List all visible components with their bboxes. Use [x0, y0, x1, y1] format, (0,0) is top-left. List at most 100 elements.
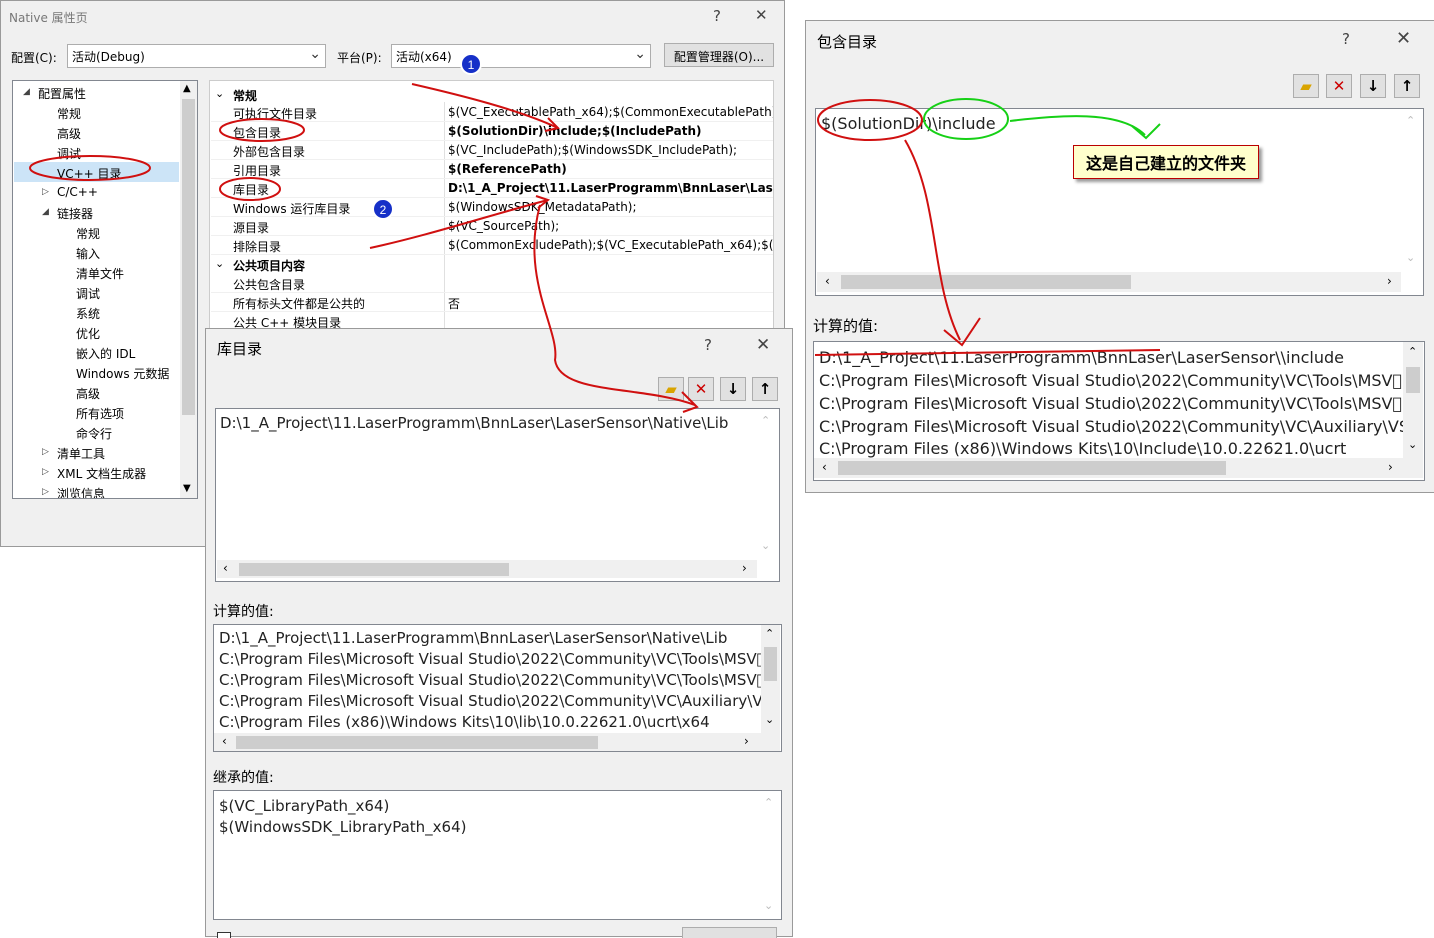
prop-value[interactable]: $(VC_SourcePath);: [448, 219, 773, 233]
tree-root[interactable]: 配置属性: [38, 85, 86, 102]
prop-value[interactable]: $(VC_ExecutablePath_x64);$(CommonExecuta…: [448, 105, 773, 119]
tree-item[interactable]: 优化: [76, 325, 100, 342]
entry-line[interactable]: $(SolutionDir)\include: [821, 114, 996, 133]
tree-item[interactable]: 输入: [76, 245, 100, 262]
help-button[interactable]: ?: [704, 338, 712, 353]
new-line-button[interactable]: ▰: [658, 377, 684, 401]
scroll-down-icon[interactable]: ▼: [183, 483, 191, 494]
tree-item[interactable]: 调试: [57, 145, 81, 162]
prop-value[interactable]: $(WindowsSDK_MetadataPath);: [448, 200, 773, 214]
tree-item[interactable]: XML 文档生成器: [57, 465, 146, 482]
lib-entry-list[interactable]: D:\1_A_Project\11.LaserProgramm\BnnLaser…: [215, 408, 780, 582]
tree-item[interactable]: Windows 元数据: [76, 365, 169, 382]
scroll-down-icon[interactable]: ⌄: [765, 713, 774, 726]
scroll-down-icon[interactable]: ⌄: [1406, 251, 1415, 264]
prop-row[interactable]: 可执行文件目录 $(VC_ExecutablePath_x64);$(Common…: [211, 103, 773, 122]
help-button[interactable]: ?: [1342, 32, 1350, 47]
section-general[interactable]: 常规: [233, 87, 257, 104]
tree-item[interactable]: 链接器: [57, 205, 93, 222]
scroll-thumb[interactable]: [764, 647, 777, 681]
prop-row[interactable]: 公共包含目录: [211, 274, 773, 293]
config-combo[interactable]: 活动(Debug) ⌄: [67, 44, 326, 68]
tree-item[interactable]: 嵌入的 IDL: [76, 345, 135, 362]
h-scrollbar[interactable]: ‹ ›: [214, 733, 780, 751]
scroll-right-icon[interactable]: ›: [744, 734, 749, 748]
tree-item[interactable]: 命令行: [76, 425, 112, 442]
prop-row[interactable]: 源目录 $(VC_SourcePath);: [211, 217, 773, 236]
tree-item[interactable]: 清单工具: [57, 445, 105, 462]
tree-item[interactable]: 系统: [76, 305, 100, 322]
prop-value[interactable]: 否: [448, 295, 773, 312]
tree-item[interactable]: 常规: [76, 225, 100, 242]
config-manager-button[interactable]: 配置管理器(O)...: [664, 43, 774, 67]
tree-item[interactable]: 高级: [76, 385, 100, 402]
prop-row[interactable]: 所有标头文件都是公共的 否: [211, 293, 773, 312]
scroll-left-icon[interactable]: ‹: [222, 734, 227, 748]
tree-item[interactable]: 所有选项: [76, 405, 124, 422]
section-expand-icon[interactable]: ⌄: [215, 87, 224, 100]
expand-icon[interactable]: ◢: [23, 87, 30, 97]
collapse-icon[interactable]: ▷: [42, 487, 49, 497]
scroll-left-icon[interactable]: ‹: [223, 561, 228, 575]
prop-value[interactable]: $(VC_IncludePath);$(WindowsSDK_IncludePa…: [448, 143, 773, 157]
scroll-up-icon[interactable]: ⌃: [1408, 345, 1417, 358]
expand-icon[interactable]: ◢: [42, 207, 49, 217]
inherit-checkbox[interactable]: [217, 932, 231, 938]
scroll-thumb[interactable]: [841, 275, 1131, 289]
close-button[interactable]: ✕: [1396, 30, 1411, 48]
tree-item[interactable]: 浏览信息: [57, 485, 105, 498]
move-up-button[interactable]: ↑: [752, 377, 778, 401]
prop-row[interactable]: 外部包含目录 $(VC_IncludePath);$(WindowsSDK_Inc…: [211, 141, 773, 160]
include-entry-list[interactable]: $(SolutionDir)\include ⌃ ⌄ ‹ ›: [815, 108, 1424, 296]
tree-scrollbar[interactable]: ▲ ▼: [180, 81, 197, 498]
scroll-up-icon[interactable]: ▲: [183, 83, 191, 94]
scroll-right-icon[interactable]: ›: [742, 561, 747, 575]
scroll-down-icon[interactable]: ⌄: [761, 539, 770, 552]
scroll-thumb[interactable]: [239, 563, 509, 576]
tree-item[interactable]: 调试: [76, 285, 100, 302]
scroll-left-icon[interactable]: ‹: [825, 274, 830, 288]
section-public[interactable]: 公共项目内容: [233, 257, 305, 274]
scroll-down-icon[interactable]: ⌄: [1408, 438, 1417, 451]
scroll-thumb[interactable]: [838, 461, 1226, 475]
macro-button[interactable]: [682, 927, 777, 938]
close-button[interactable]: ✕: [755, 8, 768, 23]
help-button[interactable]: ?: [713, 9, 721, 24]
scroll-up-icon[interactable]: ⌃: [761, 414, 770, 427]
tree-item[interactable]: 常规: [57, 105, 81, 122]
scroll-up-icon[interactable]: ⌃: [764, 796, 773, 809]
v-scrollbar[interactable]: ⌃ ⌄: [1403, 342, 1423, 458]
scroll-right-icon[interactable]: ›: [1388, 460, 1393, 474]
h-scrollbar[interactable]: ‹ ›: [817, 272, 1401, 292]
prop-value[interactable]: $(SolutionDir)\include;$(IncludePath): [448, 124, 773, 138]
scroll-up-icon[interactable]: ⌃: [765, 627, 774, 640]
scroll-down-icon[interactable]: ⌄: [764, 899, 773, 912]
tree-item[interactable]: 高级: [57, 125, 81, 142]
section-expand-icon[interactable]: ⌄: [215, 257, 224, 270]
prop-value[interactable]: $(ReferencePath): [448, 162, 773, 176]
close-button[interactable]: ✕: [756, 337, 770, 354]
v-scrollbar[interactable]: ⌃ ⌄: [761, 625, 780, 733]
tree-item[interactable]: 清单文件: [76, 265, 124, 282]
prop-row[interactable]: 引用目录 $(ReferencePath): [211, 160, 773, 179]
prop-row[interactable]: Windows 运行库目录 $(WindowsSDK_MetadataPath);: [211, 198, 773, 217]
platform-combo[interactable]: 活动(x64) ⌄: [391, 44, 651, 68]
prop-value[interactable]: $(CommonExcludePath);$(VC_ExecutablePath…: [448, 238, 773, 252]
scroll-right-icon[interactable]: ›: [1387, 274, 1392, 288]
prop-row-include[interactable]: 包含目录 $(SolutionDir)\include;$(IncludePath…: [211, 122, 773, 141]
delete-line-button[interactable]: ✕: [1326, 74, 1352, 98]
prop-value[interactable]: D:\1_A_Project\11.LaserProgramm\BnnLaser…: [448, 181, 773, 195]
tree-item[interactable]: C/C++: [57, 185, 98, 199]
collapse-icon[interactable]: ▷: [42, 467, 49, 477]
move-down-button[interactable]: ↓: [720, 377, 746, 401]
collapse-icon[interactable]: ▷: [42, 447, 49, 457]
entry-line[interactable]: D:\1_A_Project\11.LaserProgramm\BnnLaser…: [220, 414, 728, 432]
h-scrollbar[interactable]: ‹ ›: [217, 560, 757, 578]
collapse-icon[interactable]: ▷: [42, 187, 49, 197]
scroll-thumb[interactable]: [1406, 367, 1420, 393]
delete-line-button[interactable]: ✕: [688, 377, 714, 401]
scroll-thumb[interactable]: [236, 736, 598, 749]
scroll-up-icon[interactable]: ⌃: [1406, 114, 1415, 127]
h-scrollbar[interactable]: ‹ ›: [814, 458, 1423, 478]
move-down-button[interactable]: ↓: [1360, 74, 1386, 98]
